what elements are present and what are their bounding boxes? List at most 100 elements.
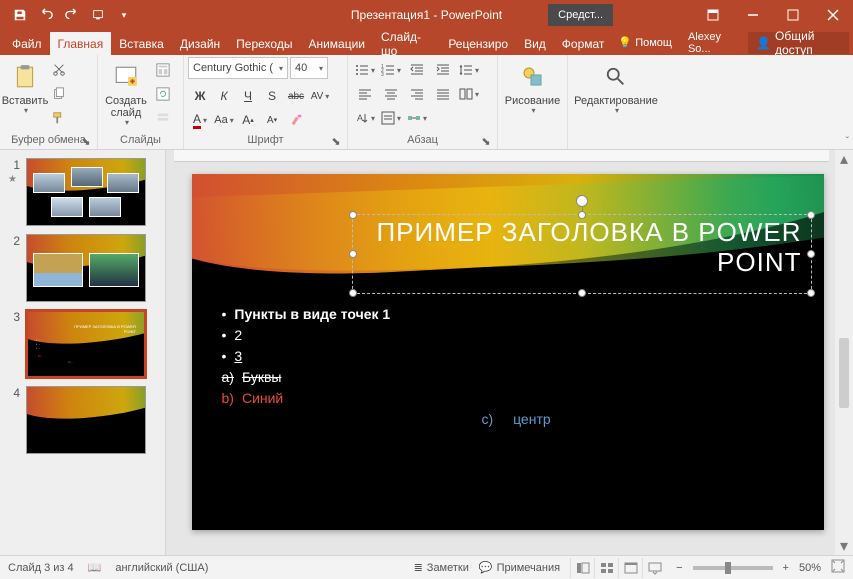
new-slide-button[interactable]: Создать слайд▾ xyxy=(102,57,150,128)
format-painter-button[interactable] xyxy=(48,107,70,129)
start-from-beginning-button[interactable] xyxy=(86,3,110,27)
columns-button[interactable]: ▾ xyxy=(456,83,482,105)
zoom-in-button[interactable]: + xyxy=(783,562,789,574)
maximize-button[interactable] xyxy=(773,0,813,30)
justify-button[interactable] xyxy=(430,83,456,105)
tab-file[interactable]: Файл xyxy=(4,32,50,55)
cut-button[interactable] xyxy=(48,59,70,81)
thumbnail-2[interactable]: 2 xyxy=(0,230,165,306)
slideshow-view-button[interactable] xyxy=(642,558,666,578)
zoom-out-button[interactable]: − xyxy=(676,562,682,574)
normal-view-button[interactable] xyxy=(570,558,594,578)
spellcheck-icon[interactable]: 📖 xyxy=(88,561,102,574)
layout-button[interactable] xyxy=(152,59,174,81)
share-button[interactable]: 👤Общий доступ xyxy=(748,32,849,54)
thumbnail-3[interactable]: 3 ПРИМЕР ЗАГОЛОВКА В POWER POINT • ...• … xyxy=(0,306,165,382)
group-clipboard-label: Буфер обмена⬊ xyxy=(4,133,93,149)
tab-view[interactable]: Вид xyxy=(516,32,554,55)
user-account[interactable]: Alexey So... xyxy=(682,31,744,54)
contextual-tab-drawing-tools[interactable]: Средст... xyxy=(548,4,613,26)
slide-canvas[interactable]: ПРИМЕР ЗАГОЛОВКА В POWER POINT •Пункты в… xyxy=(192,174,824,530)
font-launcher[interactable]: ⬊ xyxy=(329,135,343,149)
tab-slideshow[interactable]: Слайд-шо xyxy=(373,32,440,55)
rotate-handle[interactable] xyxy=(576,195,588,207)
tab-transitions[interactable]: Переходы xyxy=(228,32,300,55)
zoom-level[interactable]: 50% xyxy=(799,562,821,574)
thumbnail-1[interactable]: 1★ xyxy=(0,154,165,230)
line-spacing-button[interactable]: ▾ xyxy=(456,59,482,81)
align-left-button[interactable] xyxy=(352,83,378,105)
scroll-up-button[interactable]: ▴ xyxy=(835,150,853,168)
paragraph-launcher[interactable]: ⬊ xyxy=(479,135,493,149)
copy-button[interactable] xyxy=(48,83,70,105)
group-paragraph-label: Абзац⬊ xyxy=(352,133,493,149)
clipboard-launcher[interactable]: ⬊ xyxy=(79,135,93,149)
thumbnails-pane[interactable]: 1★ 2 3 ПРИМЕР ЗАГОЛОВКА В POWER POI xyxy=(0,150,166,555)
bullets-button[interactable]: ▾ xyxy=(352,59,378,81)
align-center-button[interactable] xyxy=(378,83,404,105)
change-case-button[interactable]: Aa▾ xyxy=(212,109,236,131)
close-button[interactable] xyxy=(813,0,853,30)
strikethrough-button[interactable]: abc xyxy=(284,85,308,107)
font-name-select[interactable]: Century Gothic (▾ xyxy=(188,57,288,79)
tab-design[interactable]: Дизайн xyxy=(172,32,228,55)
resize-handle[interactable] xyxy=(807,211,815,219)
resize-handle[interactable] xyxy=(349,250,357,258)
reset-button[interactable] xyxy=(152,83,174,105)
minimize-button[interactable] xyxy=(733,0,773,30)
resize-handle[interactable] xyxy=(807,250,815,258)
scroll-down-button[interactable]: ▾ xyxy=(835,537,853,555)
clear-formatting-button[interactable] xyxy=(284,109,308,131)
tab-insert[interactable]: Вставка xyxy=(111,32,172,55)
shrink-font-button[interactable]: A▾ xyxy=(260,109,284,131)
undo-button[interactable] xyxy=(34,3,58,27)
language-button[interactable]: английский (США) xyxy=(115,562,208,574)
save-button[interactable] xyxy=(8,3,32,27)
collapse-ribbon-button[interactable]: ˇ xyxy=(846,136,849,147)
drawing-button[interactable]: Рисование▾ xyxy=(503,57,563,116)
qat-customize-button[interactable]: ▾ xyxy=(112,3,136,27)
bold-button[interactable]: Ж xyxy=(188,85,212,107)
font-size-select[interactable]: 40▾ xyxy=(290,57,328,79)
align-right-button[interactable] xyxy=(404,83,430,105)
comments-button[interactable]: 💬Примечания xyxy=(479,561,560,574)
shadow-button[interactable]: S xyxy=(260,85,284,107)
editing-button[interactable]: Редактирование▾ xyxy=(573,57,659,116)
tab-format[interactable]: Формат xyxy=(554,32,613,55)
text-direction-button[interactable]: A▾ xyxy=(352,107,378,129)
tab-animations[interactable]: Анимации xyxy=(300,32,373,55)
section-button[interactable] xyxy=(152,107,174,129)
zoom-slider[interactable] xyxy=(693,566,773,570)
thumbnail-4[interactable]: 4 xyxy=(0,382,165,458)
vertical-scrollbar[interactable]: ▴ ▾ xyxy=(835,150,853,555)
increase-indent-button[interactable] xyxy=(430,59,456,81)
ribbon-display-options-button[interactable] xyxy=(693,0,733,30)
numbering-button[interactable]: 123▾ xyxy=(378,59,404,81)
redo-button[interactable] xyxy=(60,3,84,27)
grow-font-button[interactable]: A▴ xyxy=(236,109,260,131)
decrease-indent-button[interactable] xyxy=(404,59,430,81)
slide-title-text[interactable]: ПРИМЕР ЗАГОЛОВКА В POWER POINT xyxy=(362,218,802,278)
resize-handle[interactable] xyxy=(349,289,357,297)
paste-button[interactable]: Вставить▾ xyxy=(4,57,46,116)
slide-sorter-button[interactable] xyxy=(594,558,618,578)
tab-review[interactable]: Рецензиро xyxy=(440,32,516,55)
resize-handle[interactable] xyxy=(578,289,586,297)
slide-counter[interactable]: Слайд 3 из 4 xyxy=(8,562,74,574)
tab-home[interactable]: Главная xyxy=(50,32,112,55)
tell-me-label: Помощ xyxy=(635,37,672,49)
align-text-button[interactable]: ▾ xyxy=(378,107,404,129)
font-color-button[interactable]: A▾ xyxy=(188,109,212,131)
italic-button[interactable]: К xyxy=(212,85,236,107)
slide-body-text[interactable]: •Пункты в виде точек 1 •2 •3 a)Буквы b)С… xyxy=(222,304,802,430)
notes-button[interactable]: ≣Заметки xyxy=(414,561,469,574)
font-name-value: Century Gothic ( xyxy=(193,62,273,74)
smartart-button[interactable]: ▾ xyxy=(404,107,430,129)
reading-view-button[interactable] xyxy=(618,558,642,578)
tell-me-button[interactable]: 💡 Помощ xyxy=(612,31,678,54)
resize-handle[interactable] xyxy=(807,289,815,297)
fit-to-window-button[interactable] xyxy=(831,559,845,576)
resize-handle[interactable] xyxy=(349,211,357,219)
char-spacing-button[interactable]: AV▾ xyxy=(308,85,332,107)
underline-button[interactable]: Ч xyxy=(236,85,260,107)
